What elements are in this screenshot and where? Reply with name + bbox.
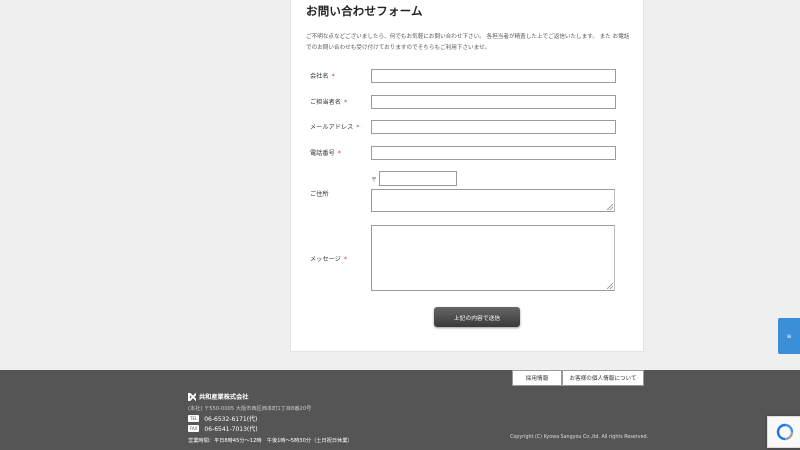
contact-name-label: ご担当者名 * xyxy=(310,99,348,106)
footer-hours: 営業時間：平日8時45分〜12時 午後1時〜5時30分（土日祝日休業） xyxy=(188,438,353,444)
tel-tag: TEL xyxy=(188,415,200,422)
footer-address: (本社) 〒550-0005 大阪市西区西本町1丁目8番20号 xyxy=(188,406,312,412)
resize-grip-icon[interactable] xyxy=(607,204,613,210)
fax-number: 06-6541-7013(代) xyxy=(204,426,258,433)
message-field[interactable] xyxy=(371,225,615,291)
form-intro: ご不明な点などございましたら、何でもお気軽にお問い合わせ下さい。 各担当者が精査… xyxy=(306,34,630,51)
company-field[interactable] xyxy=(371,69,616,83)
side-menu-tab[interactable]: ≡ xyxy=(778,318,800,354)
company-logo-icon xyxy=(188,392,196,401)
footer-link-privacy[interactable]: お客様の個人情報について xyxy=(562,370,644,386)
fax-tag: FAX xyxy=(188,425,200,432)
phone-label: 電話番号 * xyxy=(310,150,341,157)
postal-mark: 〒 xyxy=(371,177,378,184)
page-title: お問い合わせフォーム xyxy=(306,4,423,18)
footer-tel: TEL 06-6532-6171(代) xyxy=(188,414,257,423)
recaptcha-badge[interactable] xyxy=(767,416,800,448)
address-label: ご住所 xyxy=(310,191,329,198)
footer-fax: FAX 06-6541-7013(代) xyxy=(188,424,258,433)
footer-copyright: Copyright (C) Kyowa Sangyou Co.,ltd. All… xyxy=(510,435,649,440)
email-label: メールアドレス * xyxy=(310,124,360,131)
recaptcha-icon xyxy=(776,423,793,441)
contact-name-field[interactable] xyxy=(371,95,616,109)
company-name: 共和産業株式会社 xyxy=(199,394,249,401)
tel-number: 06-6532-6171(代) xyxy=(204,416,258,423)
postal-code-field[interactable] xyxy=(379,171,457,186)
phone-field[interactable] xyxy=(371,146,616,160)
company-label: 会社名 * xyxy=(310,73,335,80)
contact-form-card: お問い合わせフォーム ご不明な点などございましたら、何でもお気軽にお問い合わせ下… xyxy=(290,0,644,352)
email-field[interactable] xyxy=(371,120,616,134)
address-field[interactable] xyxy=(371,189,615,212)
footer xyxy=(0,370,800,450)
submit-button[interactable]: 上記の内容で送信 xyxy=(434,307,520,327)
footer-company: 共和産業株式会社 xyxy=(188,392,249,401)
message-label: メッセージ * xyxy=(310,256,347,263)
footer-link-recruit[interactable]: 採用情報 xyxy=(512,370,562,386)
resize-grip-icon[interactable] xyxy=(607,283,613,289)
